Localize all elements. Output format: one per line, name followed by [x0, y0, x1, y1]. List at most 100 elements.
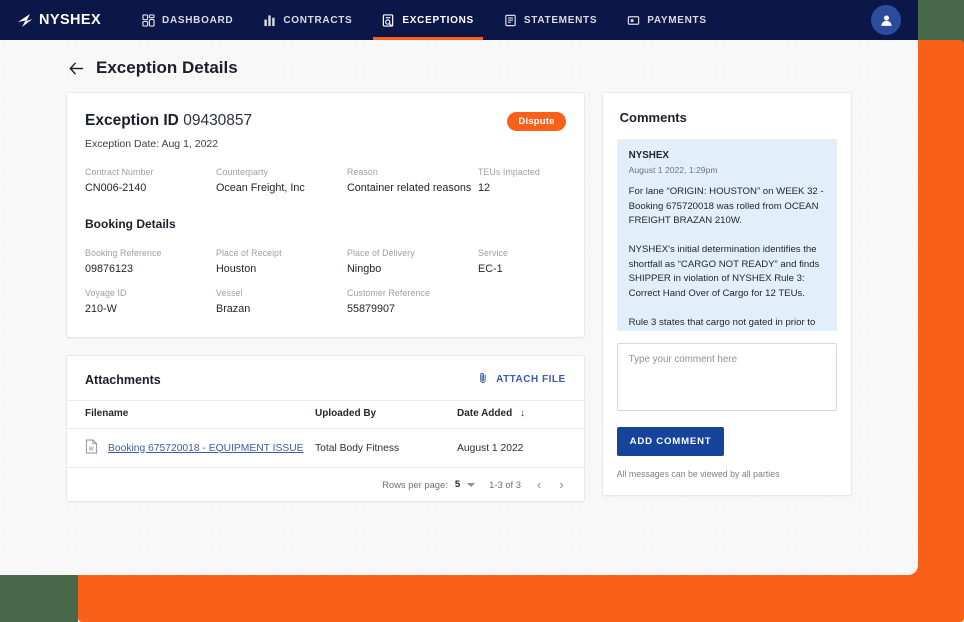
nav-item-statements[interactable]: STATEMENTS [489, 0, 612, 40]
field-value: Brazan [216, 303, 251, 315]
chevron-down-icon [467, 482, 476, 487]
attachments-table-head: Filename Uploaded By Date Added ↓ [67, 400, 584, 429]
field-label: Booking Reference [85, 248, 162, 258]
column-header-filename[interactable]: Filename [67, 400, 315, 429]
field-contract-number: Contract Number CN006-2140 [85, 167, 216, 194]
attachments-header: Attachments ATTACH FILE [67, 356, 584, 400]
attachments-pagination: Rows per page: 5 1-3 of 3 ‹ › [67, 468, 584, 501]
screen-root: NYSHEX DASHBOARD CONTRACTS EXCEPTIONS ST… [0, 0, 964, 622]
status-badge[interactable]: Dispute [507, 112, 566, 131]
field-place-of-delivery: Place of Delivery Ningbo [347, 248, 478, 275]
exception-field-grid: Contract Number CN006-2140 Counterparty … [85, 167, 566, 194]
exception-detail-card: Exception ID 09430857 Dispute Exception … [66, 92, 585, 338]
column-header-date-added-label: Date Added [457, 408, 513, 419]
field-reason: Reason Container related reasons [347, 167, 478, 194]
field-value: 09876123 [85, 263, 134, 275]
arrow-logo-icon [17, 13, 34, 28]
comment-input[interactable] [616, 343, 837, 411]
add-comment-button[interactable]: ADD COMMENT [616, 427, 725, 456]
exception-id-value: 09430857 [183, 112, 253, 129]
field-counterparty: Counterparty Ocean Freight, Inc [216, 167, 347, 194]
field-vessel: Vessel Brazan [216, 288, 347, 315]
field-label: Customer Reference [347, 288, 430, 298]
attachment-filename-link[interactable]: Booking 675720018 - EQUIPMENT ISSUE [108, 443, 304, 454]
field-booking-reference: Booking Reference 09876123 [85, 248, 216, 275]
paperclip-icon [477, 372, 489, 387]
grid-dashboard-icon [142, 13, 155, 27]
exception-id-heading: Exception ID 09430857 [85, 112, 252, 130]
column-header-date-added[interactable]: Date Added ↓ [457, 400, 584, 429]
attach-file-label: ATTACH FILE [496, 374, 566, 385]
rows-per-page-value: 5 [454, 479, 461, 490]
nav-item-dashboard[interactable]: DASHBOARD [127, 0, 248, 40]
chevron-right-icon[interactable]: › [557, 477, 565, 492]
card-payment-icon [627, 14, 640, 27]
field-value: Container related reasons [347, 182, 472, 194]
booking-details-title: Booking Details [85, 217, 176, 231]
top-navigation-bar: NYSHEX DASHBOARD CONTRACTS EXCEPTIONS ST… [0, 0, 918, 40]
nav-label: DASHBOARD [162, 14, 234, 26]
field-value: Ningbo [347, 263, 382, 275]
column-header-uploaded-by[interactable]: Uploaded By [315, 400, 457, 429]
field-value: Houston [216, 263, 257, 275]
arrow-down-icon: ↓ [519, 408, 525, 419]
chevron-left-icon[interactable]: ‹ [535, 477, 543, 492]
field-label: Service [478, 248, 509, 258]
cell-filename: W Booking 675720018 - EQUIPMENT ISSUE [67, 428, 315, 468]
field-value: 55879907 [347, 303, 396, 315]
field-label: Place of Delivery [347, 248, 415, 258]
nav-items: DASHBOARD CONTRACTS EXCEPTIONS STATEMENT… [127, 0, 722, 40]
exception-date: Exception Date: Aug 1, 2022 [85, 138, 219, 150]
comment-text: For lane “ORIGIN: HOUSTON” on WEEK 32 - … [628, 186, 824, 329]
attach-file-button[interactable]: ATTACH FILE [477, 372, 566, 387]
comments-card: Comments NYSHEX August 1 2022, 1:29pm Fo… [601, 92, 852, 496]
field-label: Vessel [216, 288, 243, 298]
page-header: Exception Details [0, 40, 918, 92]
nav-label: EXCEPTIONS [402, 14, 474, 26]
nav-item-contracts[interactable]: CONTRACTS [248, 0, 367, 40]
field-empty [478, 288, 566, 315]
field-value: 210-W [85, 303, 117, 315]
back-arrow-icon[interactable] [68, 60, 85, 77]
bar-chart-icon [263, 14, 276, 27]
cell-date-added: August 1 2022 [457, 428, 584, 468]
content-area: Exception ID 09430857 Dispute Exception … [0, 92, 918, 502]
table-row[interactable]: W Booking 675720018 - EQUIPMENT ISSUE To… [67, 428, 584, 468]
brand-name: NYSHEX [39, 12, 102, 28]
attachments-table: Filename Uploaded By Date Added ↓ W Book… [67, 400, 584, 468]
nav-item-payments[interactable]: PAYMENTS [612, 0, 722, 40]
brand-logo[interactable]: NYSHEX [17, 12, 101, 28]
field-label: Contract Number [85, 167, 154, 177]
cell-uploaded-by: Total Body Fitness [315, 428, 457, 468]
field-label: Place of Receipt [216, 248, 282, 258]
field-value: CN006-2140 [85, 182, 147, 194]
attachments-card: Attachments ATTACH FILE Filename Uploade… [66, 355, 585, 502]
left-column: Exception ID 09430857 Dispute Exception … [66, 92, 585, 502]
pagination-range: 1-3 of 3 [489, 479, 521, 490]
rows-per-page-selector[interactable]: Rows per page: 5 [382, 479, 476, 490]
field-service: Service EC-1 [478, 248, 566, 275]
user-avatar-icon[interactable] [871, 5, 901, 35]
right-column: Comments NYSHEX August 1 2022, 1:29pm Fo… [601, 92, 852, 496]
page-title: Exception Details [96, 58, 238, 77]
exception-title-row: Exception ID 09430857 Dispute [85, 112, 566, 131]
field-label: Voyage ID [85, 288, 127, 298]
attachments-title: Attachments [85, 372, 161, 387]
word-document-icon: W [85, 439, 98, 457]
field-label: TEUs Impacted [478, 167, 540, 177]
field-voyage-id: Voyage ID 210-W [85, 288, 216, 315]
comment-timestamp: August 1 2022, 1:29pm [628, 165, 718, 175]
field-customer-reference: Customer Reference 55879907 [347, 288, 478, 315]
field-teus-impacted: TEUs Impacted 12 [478, 167, 566, 194]
field-label: Reason [347, 167, 378, 177]
field-place-of-receipt: Place of Receipt Houston [216, 248, 347, 275]
table-header-row: Filename Uploaded By Date Added ↓ [67, 400, 584, 429]
nav-label: STATEMENTS [523, 14, 598, 26]
comments-footer-note: All messages can be viewed by all partie… [616, 469, 780, 479]
exception-id-label: Exception ID [85, 112, 179, 129]
attachments-table-body: W Booking 675720018 - EQUIPMENT ISSUE To… [67, 428, 584, 468]
nav-label: CONTRACTS [283, 14, 353, 26]
nav-item-exceptions[interactable]: EXCEPTIONS [367, 0, 488, 40]
document-search-icon [382, 13, 395, 27]
svg-text:W: W [89, 447, 94, 453]
